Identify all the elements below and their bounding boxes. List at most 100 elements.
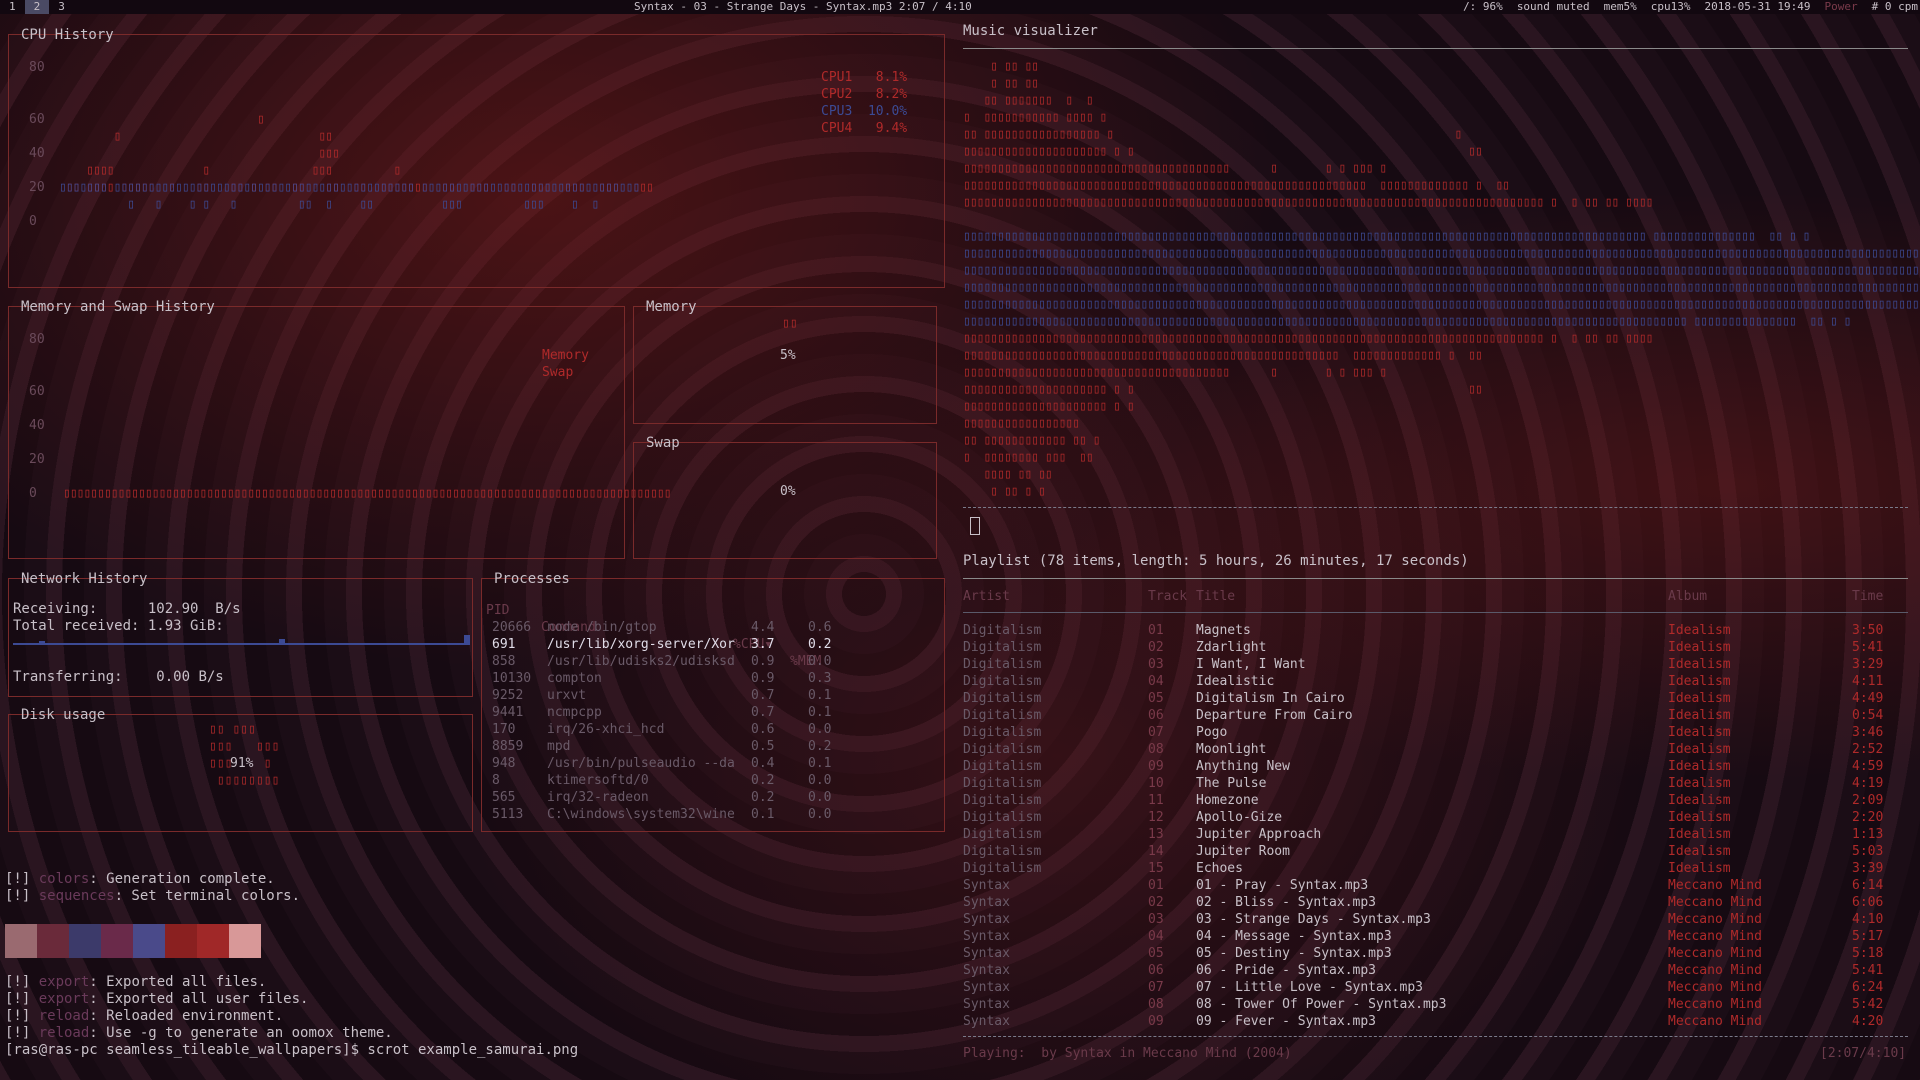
- track-artist: Syntax: [963, 946, 1010, 961]
- track-album: Idealism: [1668, 810, 1731, 825]
- visualizer-red-top: ▯ ▯▯ ▯▯ ▯ ▯▯ ▯▯ ▯▯ ▯▯▯▯▯▯▯ ▯ ▯ ▯ ▯▯▯▯▯▯▯…: [963, 59, 1653, 210]
- track-artist: Digitalism: [963, 793, 1042, 808]
- process-mem: 0.0: [808, 790, 832, 805]
- transferring-row: Transferring: 0.00 B/s: [13, 669, 224, 685]
- track-album: Idealism: [1668, 844, 1731, 859]
- process-pid: 565: [492, 790, 516, 805]
- track-album: Meccano Mind: [1668, 980, 1762, 995]
- track-title: 09 - Fever - Syntax.mp3: [1196, 1014, 1377, 1029]
- sound-status[interactable]: sound muted: [1517, 0, 1590, 14]
- process-pid: 8859: [492, 739, 524, 754]
- memory-gauge-mark: ▯▯: [782, 316, 798, 331]
- terminal-line: [!] export: Exported all user files.: [5, 991, 309, 1007]
- workspace-2[interactable]: 2: [24, 0, 50, 14]
- track-album: Meccano Mind: [1668, 997, 1762, 1012]
- track-album: Meccano Mind: [1668, 963, 1762, 978]
- track-title: Idealistic: [1196, 674, 1275, 689]
- track-artist: Digitalism: [963, 810, 1042, 825]
- process-cpu: 0.2: [751, 773, 775, 788]
- palette-swatch: [165, 924, 197, 958]
- track-album: Idealism: [1668, 793, 1731, 808]
- process-command: ktimersoftd/0: [547, 773, 649, 788]
- track-number: 04: [1148, 674, 1164, 689]
- power-status[interactable]: Power: [1825, 0, 1858, 14]
- y-tick: 0: [29, 486, 37, 501]
- track-artist: Syntax: [963, 929, 1010, 944]
- memory-percent: 5%: [780, 348, 796, 363]
- palette-swatch: [133, 924, 165, 958]
- track-number: 08: [1148, 997, 1164, 1012]
- process-command: /usr/lib/xorg-server/Xor: [547, 637, 735, 652]
- track-album: Idealism: [1668, 861, 1731, 876]
- track-title: Jupiter Approach: [1196, 827, 1322, 842]
- track-album: Idealism: [1668, 759, 1731, 774]
- track-album: Idealism: [1668, 708, 1731, 723]
- header-time[interactable]: Time: [1852, 588, 1883, 605]
- process-cpu: 4.4: [751, 620, 775, 635]
- process-mem: 0.0: [808, 807, 832, 822]
- track-time: 3:29: [1852, 657, 1884, 672]
- track-artist: Digitalism: [963, 776, 1042, 791]
- track-number: 07: [1148, 725, 1164, 740]
- track-album: Idealism: [1668, 725, 1731, 740]
- header-title[interactable]: Title: [1196, 588, 1235, 605]
- window-title: Syntax - 03 - Strange Days - Syntax.mp3 …: [634, 0, 972, 13]
- cpm-status: # 0 cpm: [1871, 0, 1918, 13]
- process-cpu: 0.6: [751, 722, 775, 737]
- process-command: /usr/bin/pulseaudio --da: [547, 756, 735, 771]
- track-album: Idealism: [1668, 674, 1731, 689]
- track-number: 04: [1148, 929, 1164, 944]
- header-track[interactable]: Track: [1148, 588, 1187, 605]
- cpu-legend-4: CPU4 9.4%: [821, 121, 908, 136]
- track-artist: Digitalism: [963, 861, 1042, 876]
- track-artist: Digitalism: [963, 759, 1042, 774]
- track-number: 09: [1148, 759, 1164, 774]
- terminal-prompt[interactable]: [ras@ras-pc seamless_tileable_wallpapers…: [5, 1042, 578, 1059]
- track-number: 03: [1148, 657, 1164, 672]
- process-pid: 948: [492, 756, 516, 771]
- cpu-legend-2: CPU2 8.2%: [821, 87, 908, 102]
- header-pid[interactable]: PID: [486, 602, 509, 619]
- track-album: Meccano Mind: [1668, 912, 1762, 927]
- cpu-graph-blue: ▯▯▯▯▯▯▯ ▯▯▯▯▯▯▯▯▯▯▯▯▯▯▯▯▯▯▯▯▯▯▯▯▯▯▯▯▯▯▯▯…: [59, 180, 640, 212]
- process-pid: 170: [492, 722, 516, 737]
- process-mem: 0.3: [808, 671, 832, 686]
- memory-graph: ▯▯▯▯▯▯▯▯▯▯▯▯▯▯▯▯▯▯▯▯▯▯▯▯▯▯▯▯▯▯▯▯▯▯▯▯▯▯▯▯…: [63, 486, 672, 501]
- process-cpu: 0.7: [751, 688, 775, 703]
- track-album: Idealism: [1668, 640, 1731, 655]
- processes-panel: Processes PID Command %CPU▾ %MEM 20666 no…: [481, 571, 945, 832]
- track-time: 5:03: [1852, 844, 1884, 859]
- y-tick: 0: [29, 214, 37, 229]
- cpu-history-panel: CPU History 80 60 40 20 0 ▯ ▯ ▯▯ ▯▯▯ ▯▯▯…: [8, 27, 945, 288]
- track-time: 5:41: [1852, 963, 1884, 978]
- track-title: Jupiter Room: [1196, 844, 1290, 859]
- track-time: 3:39: [1852, 861, 1884, 876]
- process-command: mpd: [547, 739, 571, 754]
- process-cpu: 0.2: [751, 790, 775, 805]
- track-number: 15: [1148, 861, 1164, 876]
- process-cpu: 0.1: [751, 807, 775, 822]
- process-command: node /bin/gtop: [547, 620, 657, 635]
- process-pid: 858: [492, 654, 516, 669]
- network-spike: [279, 639, 285, 645]
- swap-percent: 0%: [780, 484, 796, 499]
- header-artist[interactable]: Artist: [963, 588, 1010, 605]
- terminal-line: [!] export: Exported all files.: [5, 974, 267, 990]
- process-command: urxvt: [547, 688, 587, 703]
- track-time: 5:17: [1852, 929, 1884, 944]
- track-title: Apollo-Gize: [1196, 810, 1283, 825]
- process-cpu: 3.7: [751, 637, 775, 652]
- workspace-3[interactable]: 3: [49, 0, 74, 14]
- datetime-status: 2018-05-31 19:49: [1704, 0, 1811, 13]
- header-album[interactable]: Album: [1668, 588, 1707, 605]
- disk-status: /: 96%: [1463, 0, 1503, 13]
- track-time: 2:52: [1852, 742, 1884, 757]
- y-tick: 60: [29, 112, 45, 127]
- terminal-line: [!] sequences: Set terminal colors.: [5, 888, 301, 904]
- workspace-1[interactable]: 1: [0, 0, 25, 14]
- track-artist: Digitalism: [963, 708, 1042, 723]
- track-time: 5:42: [1852, 997, 1884, 1012]
- playlist-divider: [963, 578, 1908, 579]
- track-time: 1:13: [1852, 827, 1884, 842]
- process-mem: 0.2: [808, 739, 832, 754]
